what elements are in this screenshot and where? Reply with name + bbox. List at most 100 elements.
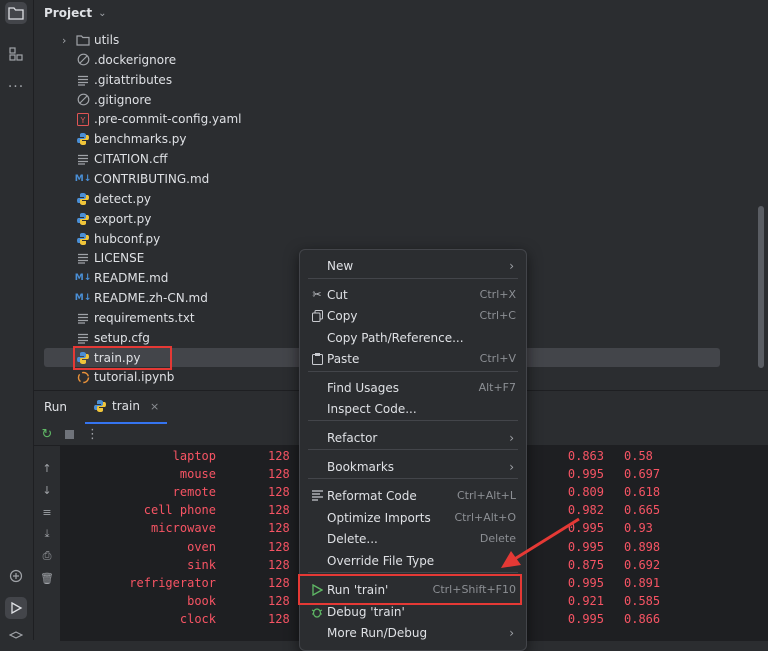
trash-icon[interactable]: 🗑 bbox=[39, 570, 55, 586]
menu-item-cut[interactable]: ✂ Cut Ctrl+X bbox=[300, 284, 526, 305]
tree-item[interactable]: requirements.txt bbox=[76, 308, 195, 328]
stop-icon[interactable] bbox=[60, 425, 78, 443]
menu-item-optimize-imports[interactable]: Optimize Imports Ctrl+Alt+O bbox=[300, 507, 526, 528]
chevron-down-icon[interactable]: ⌄ bbox=[98, 8, 106, 19]
class-name: mouse bbox=[179, 467, 216, 482]
menu-item-label: Copy bbox=[327, 308, 358, 323]
soft-wrap-icon[interactable]: ≡ bbox=[39, 504, 55, 520]
menu-item-override-file-type[interactable]: Override File Type bbox=[300, 550, 526, 571]
menu-item-label: Find Usages bbox=[327, 380, 400, 395]
image-count: 128 bbox=[268, 521, 290, 536]
more-tools-button[interactable]: ··· bbox=[5, 76, 27, 98]
vertical-dots-icon[interactable]: ⋮ bbox=[86, 427, 99, 442]
menu-item-new[interactable]: New › bbox=[300, 255, 526, 276]
tree-item-label: detect.py bbox=[94, 191, 151, 206]
tree-item-label: README.md bbox=[94, 271, 169, 286]
tree-item[interactable]: M↓ README.zh-CN.md bbox=[74, 288, 208, 308]
menu-separator bbox=[308, 572, 518, 573]
map50-value: 0.921 bbox=[567, 593, 604, 608]
image-count: 128 bbox=[268, 539, 290, 554]
ignore-file-icon bbox=[76, 93, 90, 107]
image-count: 128 bbox=[268, 575, 290, 590]
tree-item[interactable]: LICENSE bbox=[76, 248, 144, 268]
menu-item-bookmarks[interactable]: Bookmarks › bbox=[300, 456, 526, 477]
structure-tool-button[interactable] bbox=[5, 43, 27, 65]
project-tool-button[interactable] bbox=[5, 2, 27, 24]
image-count: 128 bbox=[268, 611, 290, 626]
project-panel-header[interactable]: Project ⌄ bbox=[34, 0, 768, 26]
python-file-icon bbox=[76, 132, 90, 146]
menu-separator bbox=[308, 420, 518, 421]
arrow-up-icon[interactable]: ↑ bbox=[39, 460, 55, 476]
class-name: sink bbox=[187, 557, 216, 572]
tree-item-label: requirements.txt bbox=[94, 310, 195, 325]
map50-95-value: 0.585 bbox=[624, 593, 661, 608]
chevron-right-icon: › bbox=[509, 430, 514, 445]
map50-value: 0.809 bbox=[567, 485, 604, 500]
chevron-right-icon: › bbox=[509, 459, 514, 474]
tree-item[interactable]: export.py bbox=[76, 209, 151, 229]
tree-item[interactable]: M↓ README.md bbox=[74, 268, 169, 288]
menu-item-copy-path-reference[interactable]: Copy Path/Reference... bbox=[300, 327, 526, 348]
tree-item[interactable]: hubconf.py bbox=[76, 229, 160, 249]
run-tool-button[interactable] bbox=[5, 597, 27, 619]
menu-item-label: Paste bbox=[327, 351, 360, 366]
menu-item-inspect-code[interactable]: Inspect Code... bbox=[300, 398, 526, 419]
chevron-right-icon[interactable]: › bbox=[62, 34, 76, 47]
rerun-icon[interactable]: ↻ bbox=[38, 425, 56, 443]
print-icon[interactable]: ⎙ bbox=[39, 548, 55, 564]
run-icon bbox=[11, 601, 23, 615]
tree-item[interactable]: .gitignore bbox=[76, 90, 151, 110]
markdown-file-icon: M↓ bbox=[74, 293, 92, 304]
tab-train[interactable]: train × bbox=[85, 390, 168, 424]
map50-95-value: 0.618 bbox=[624, 485, 661, 500]
menu-item-shortcut: Ctrl+Alt+L bbox=[456, 489, 516, 502]
menu-separator bbox=[308, 278, 518, 279]
image-count: 128 bbox=[268, 503, 290, 518]
menu-item-shortcut: Ctrl+C bbox=[479, 309, 516, 322]
tree-item-label: CITATION.cff bbox=[94, 152, 168, 167]
python-file-icon bbox=[94, 400, 107, 412]
arrow-down-icon[interactable]: ↓ bbox=[39, 482, 55, 498]
structure-icon bbox=[9, 47, 23, 61]
tree-item[interactable]: tutorial.ipynb bbox=[76, 367, 174, 387]
image-count: 128 bbox=[268, 467, 290, 482]
tree-item[interactable]: .gitattributes bbox=[76, 70, 172, 90]
ignore-file-icon bbox=[76, 53, 90, 67]
tree-item-label: tutorial.ipynb bbox=[94, 370, 175, 385]
class-name: book bbox=[187, 593, 216, 608]
menu-item-copy[interactable]: Copy Ctrl+C bbox=[300, 305, 526, 326]
menu-item-find-usages[interactable]: Find Usages Alt+F7 bbox=[300, 377, 526, 398]
project-scrollbar[interactable] bbox=[758, 206, 764, 368]
menu-item-label: Inspect Code... bbox=[327, 401, 417, 416]
python-file-icon bbox=[76, 232, 90, 246]
scroll-to-end-icon[interactable]: ⤓ bbox=[39, 526, 55, 542]
menu-item-label: Override File Type bbox=[327, 553, 435, 568]
tree-item[interactable]: detect.py bbox=[76, 189, 151, 209]
tree-item[interactable]: setup.cfg bbox=[76, 328, 150, 348]
tree-item[interactable]: Y .pre-commit-config.yaml bbox=[76, 109, 242, 129]
markdown-file-icon: M↓ bbox=[74, 273, 92, 284]
layers-tool-button[interactable] bbox=[5, 626, 27, 648]
python-console-button[interactable] bbox=[5, 565, 27, 587]
text-file-icon bbox=[76, 152, 90, 166]
menu-item-label: Refactor bbox=[327, 430, 378, 445]
train-file-highlight-box bbox=[73, 346, 172, 370]
tree-item[interactable]: › utils bbox=[62, 30, 119, 50]
menu-item-delete[interactable]: Delete... Delete bbox=[300, 528, 526, 549]
tree-item[interactable]: CITATION.cff bbox=[76, 149, 168, 169]
tree-item[interactable]: benchmarks.py bbox=[76, 129, 187, 149]
menu-item-label: Bookmarks bbox=[327, 459, 395, 474]
run-side-toolbar: ↑ ↓ ≡ ⤓ ⎙ 🗑 bbox=[34, 446, 60, 641]
python-file-icon bbox=[76, 192, 90, 206]
menu-item-reformat-code[interactable]: Reformat Code Ctrl+Alt+L bbox=[300, 485, 526, 506]
close-icon[interactable]: × bbox=[150, 400, 159, 413]
tree-item[interactable]: .dockerignore bbox=[76, 50, 176, 70]
folder-icon bbox=[8, 7, 24, 20]
menu-item-label: Copy Path/Reference... bbox=[327, 330, 464, 345]
svg-text:Y: Y bbox=[80, 116, 86, 125]
menu-item-paste[interactable]: Paste Ctrl+V bbox=[300, 348, 526, 369]
menu-item-refactor[interactable]: Refactor › bbox=[300, 427, 526, 448]
menu-item-shortcut: Ctrl+X bbox=[479, 288, 516, 301]
tree-item[interactable]: M↓ CONTRIBUTING.md bbox=[75, 169, 210, 189]
